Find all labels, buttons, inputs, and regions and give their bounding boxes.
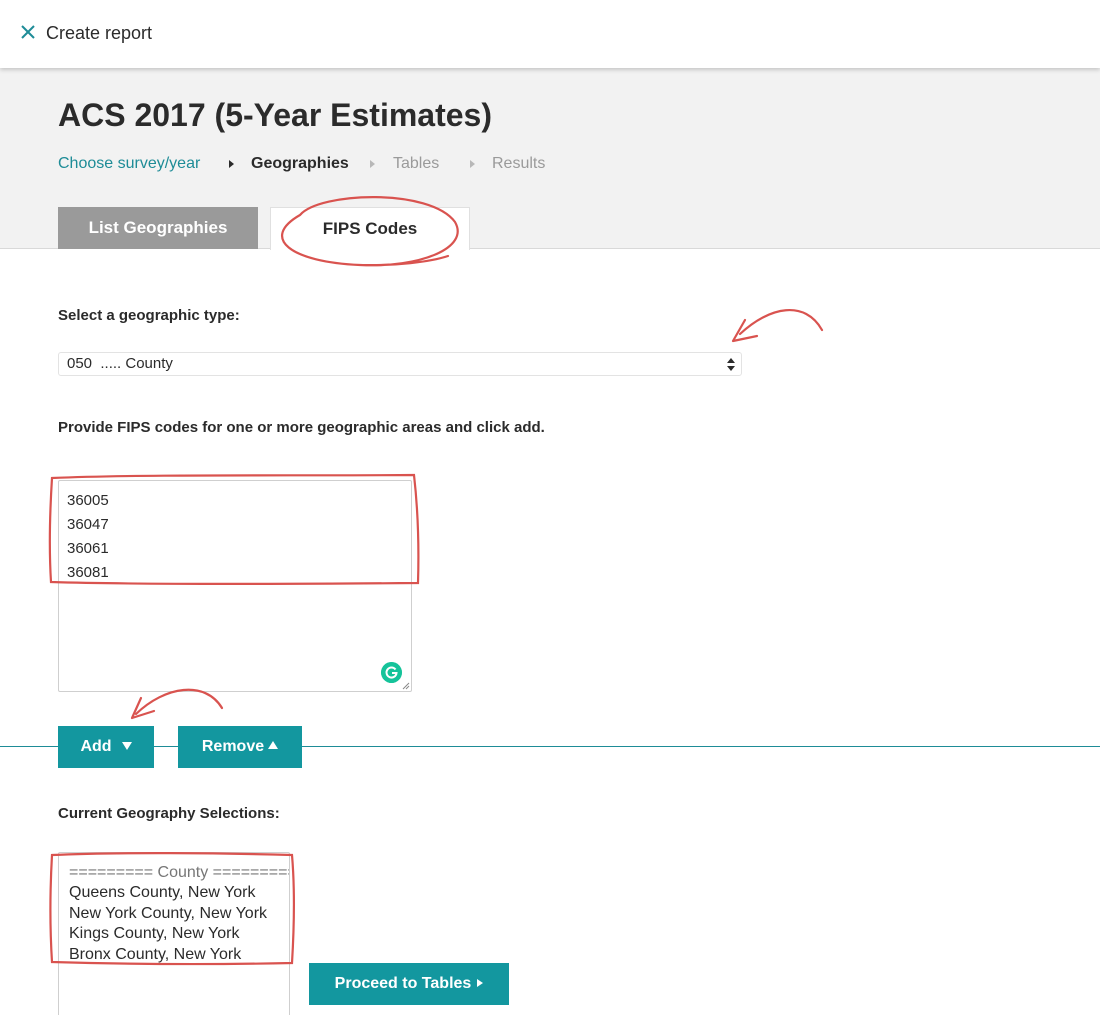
breadcrumb-results: Results — [492, 155, 546, 172]
triangle-up-icon — [268, 740, 279, 749]
fips-code-line: 36061 — [67, 540, 109, 557]
fips-code-line: 36081 — [67, 564, 109, 581]
list-item[interactable]: Queens County, New York — [69, 883, 289, 903]
breadcrumb-geographies: Geographies — [251, 155, 349, 172]
resize-handle-icon[interactable] — [402, 682, 410, 690]
annotation-arrow-add — [134, 688, 224, 716]
selections-label: Current Geography Selections: — [58, 805, 280, 822]
report-header: ACS 2017 (5-Year Estimates) Choose surve… — [0, 68, 1100, 250]
breadcrumb-arrow-icon — [229, 160, 234, 168]
close-icon[interactable] — [20, 24, 36, 40]
select-arrows-icon — [727, 358, 735, 371]
top-bar: Create report — [0, 0, 1100, 68]
annotation-arrowhead-add — [130, 696, 156, 720]
list-item[interactable]: New York County, New York — [69, 904, 289, 924]
fips-codes-textarea[interactable]: 36005 36047 36061 36081 — [58, 480, 412, 692]
fips-code-line: 36005 — [67, 492, 109, 509]
topbar-title: Create report — [46, 23, 153, 43]
list-item[interactable]: ========= County ========= — [69, 863, 289, 883]
geo-type-label: Select a geographic type: — [58, 307, 240, 324]
list-item[interactable]: Bronx County, New York — [69, 945, 289, 965]
triangle-right-icon — [477, 978, 484, 987]
add-button-label: Add — [80, 738, 112, 755]
list-item[interactable]: Kings County, New York — [69, 924, 289, 944]
grammarly-icon[interactable] — [381, 662, 402, 683]
breadcrumb-arrow-icon — [370, 160, 375, 168]
tab-list-geographies[interactable]: List Geographies — [58, 207, 258, 249]
proceed-button-label: Proceed to Tables — [334, 975, 472, 992]
breadcrumb-arrow-icon — [470, 160, 475, 168]
remove-button[interactable]: Remove — [178, 726, 302, 768]
divider — [0, 746, 1100, 747]
breadcrumb-tables: Tables — [393, 155, 440, 172]
proceed-to-tables-button[interactable]: Proceed to Tables — [309, 963, 509, 1005]
breadcrumb-choose-survey[interactable]: Choose survey/year — [58, 155, 200, 173]
remove-button-label: Remove — [201, 738, 265, 755]
tab-fips-codes[interactable]: FIPS Codes — [270, 207, 470, 250]
page-title: ACS 2017 (5-Year Estimates) — [58, 97, 492, 133]
annotation-arrow-select — [738, 308, 824, 336]
add-button[interactable]: Add — [58, 726, 154, 768]
geo-type-value: 050 ..... County — [67, 355, 173, 372]
geography-selections-list[interactable]: ========= County ========= Queens County… — [58, 852, 290, 1015]
geo-type-select[interactable]: 050 ..... County — [58, 352, 742, 376]
fips-instructions: Provide FIPS codes for one or more geogr… — [58, 419, 545, 436]
annotation-arrowhead-select — [731, 318, 759, 343]
triangle-down-icon — [121, 741, 132, 750]
fips-code-line: 36047 — [67, 516, 109, 533]
